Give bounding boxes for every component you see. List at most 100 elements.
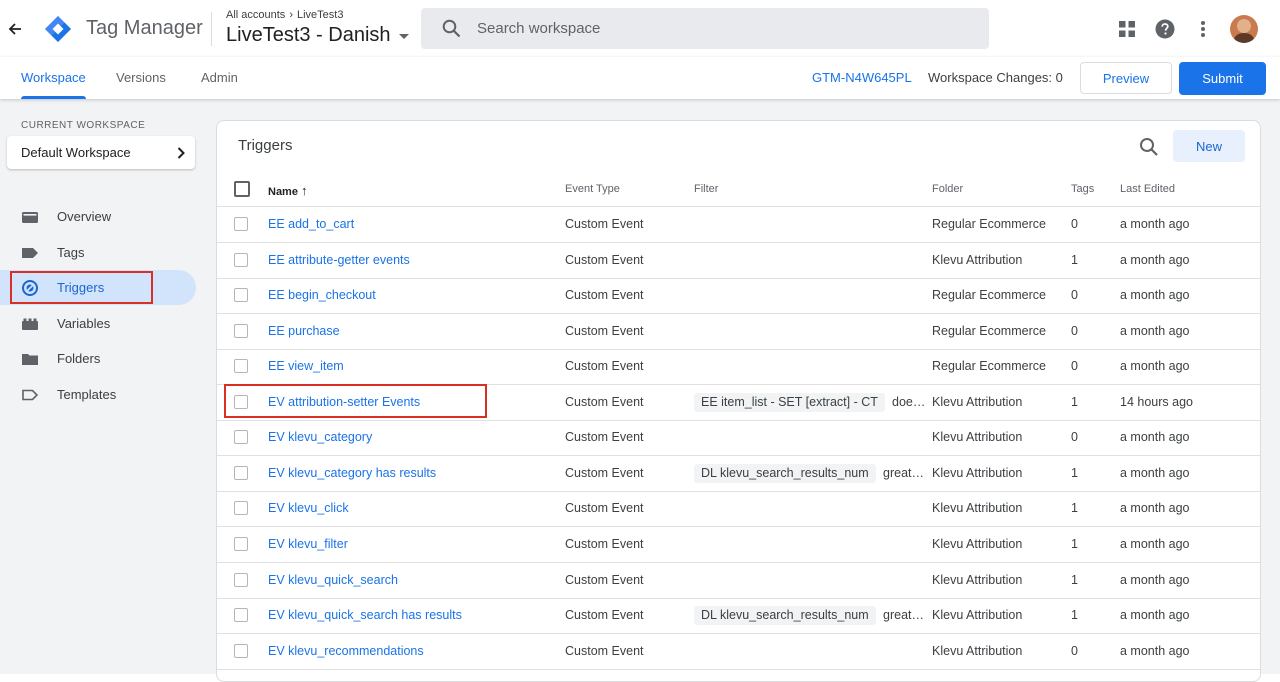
event-type-cell: Custom Event bbox=[565, 501, 644, 516]
apps-grid-icon[interactable] bbox=[1108, 12, 1146, 46]
table-row[interactable]: EV attribution-setter Events Custom Event… bbox=[217, 385, 1260, 421]
avatar[interactable] bbox=[1230, 15, 1258, 43]
row-checkbox[interactable] bbox=[234, 217, 248, 231]
table-row[interactable]: EE begin_checkout Custom Event Regular Eco… bbox=[217, 278, 1260, 315]
row-checkbox[interactable] bbox=[234, 608, 248, 623]
breadcrumb-account[interactable]: LiveTest3 bbox=[297, 9, 343, 21]
column-header-filter[interactable]: Filter bbox=[694, 183, 718, 195]
trigger-name-link[interactable]: EV attribution-setter Events bbox=[268, 385, 420, 420]
event-type-cell: Custom Event bbox=[565, 465, 644, 480]
folder-icon bbox=[22, 354, 38, 365]
row-checkbox[interactable] bbox=[234, 465, 248, 480]
row-checkbox[interactable] bbox=[234, 359, 248, 374]
container-id-link[interactable]: GTM-N4W645PL bbox=[812, 57, 912, 99]
search-input[interactable] bbox=[475, 19, 949, 38]
column-header-tags[interactable]: Tags bbox=[1071, 183, 1094, 195]
trigger-name-link[interactable]: EV klevu_quick_search has results bbox=[268, 598, 462, 633]
sidebar-item-templates[interactable]: Templates bbox=[0, 377, 196, 412]
sidebar-item-triggers[interactable]: Triggers bbox=[0, 270, 196, 305]
folder-cell: Klevu Attribution bbox=[932, 430, 1023, 445]
new-trigger-button[interactable]: New bbox=[1173, 130, 1245, 162]
container-selector[interactable]: LiveTest3 - Danish bbox=[226, 24, 409, 47]
table-row[interactable]: EV klevu_click Custom Event Klevu Attribut… bbox=[217, 491, 1260, 528]
trigger-name-link[interactable]: EV klevu_filter bbox=[268, 527, 348, 562]
folder-cell: Klevu Attribution bbox=[932, 643, 1023, 658]
table-row[interactable]: EE purchase Custom Event Regular Ecommerce… bbox=[217, 314, 1260, 350]
tags-count-cell: 1 bbox=[1071, 501, 1078, 516]
sort-arrow-icon: ↑ bbox=[301, 183, 308, 198]
sidebar-item-overview[interactable]: Overview bbox=[0, 199, 196, 234]
sidebar-item-variables[interactable]: Variables bbox=[0, 306, 196, 341]
variables-icon bbox=[22, 318, 38, 330]
event-type-cell: Custom Event bbox=[565, 217, 644, 231]
column-header-event-type[interactable]: Event Type bbox=[565, 183, 620, 195]
trigger-name-link[interactable]: EE purchase bbox=[268, 314, 340, 349]
event-type-cell: Custom Event bbox=[565, 572, 644, 587]
folder-cell: Klevu Attribution bbox=[932, 572, 1023, 587]
select-all-checkbox[interactable] bbox=[234, 181, 250, 197]
table-row[interactable]: EE view_item Custom Event Regular Ecommerc… bbox=[217, 349, 1260, 386]
filter-variable-chip: EE item_list - SET [extract] - CT bbox=[694, 392, 885, 412]
row-checkbox[interactable] bbox=[234, 323, 248, 338]
column-header-last-edited[interactable]: Last Edited bbox=[1120, 183, 1175, 195]
trigger-name-link[interactable]: EV klevu_category bbox=[268, 420, 372, 455]
trigger-name-link[interactable]: EV klevu_category has results bbox=[268, 456, 436, 491]
submit-button[interactable]: Submit bbox=[1179, 62, 1266, 95]
breadcrumb-all-accounts[interactable]: All accounts bbox=[226, 9, 285, 21]
search-icon bbox=[442, 19, 461, 38]
row-checkbox[interactable] bbox=[234, 430, 248, 445]
workspace-selector[interactable]: Default Workspace bbox=[7, 136, 195, 169]
more-vert-icon[interactable] bbox=[1184, 12, 1222, 46]
back-arrow-icon[interactable] bbox=[4, 16, 26, 42]
tags-count-cell: 0 bbox=[1071, 643, 1078, 658]
tags-count-cell: 0 bbox=[1071, 217, 1078, 231]
tab-admin[interactable]: Admin bbox=[201, 57, 238, 99]
table-row[interactable]: EV klevu_quick_search has results Custom … bbox=[217, 598, 1260, 635]
column-header-name[interactable]: Name ↑ bbox=[268, 183, 308, 198]
sidebar-item-folders[interactable]: Folders bbox=[0, 341, 196, 376]
trigger-name-link[interactable]: EE attribute-getter events bbox=[268, 243, 410, 278]
table-row[interactable]: EV klevu_category Custom Event Klevu Attri… bbox=[217, 420, 1260, 457]
trigger-name-link[interactable]: EV klevu_click bbox=[268, 491, 349, 526]
table-row[interactable]: EV klevu_quick_search Custom Event Klevu A… bbox=[217, 563, 1260, 599]
tags-count-cell: 1 bbox=[1071, 252, 1078, 267]
sidebar-item-tags[interactable]: Tags bbox=[0, 235, 196, 270]
tags-count-cell: 0 bbox=[1071, 323, 1078, 338]
row-checkbox[interactable] bbox=[234, 288, 248, 303]
tab-workspace[interactable]: Workspace bbox=[21, 57, 86, 99]
table-row[interactable]: EV klevu_filter Custom Event Klevu Attribu… bbox=[217, 527, 1260, 563]
trigger-name-link[interactable]: EV klevu_recommendations bbox=[268, 634, 424, 669]
filter-operator: greate… bbox=[883, 465, 930, 480]
table-row[interactable]: EE attribute-getter events Custom Event Kl… bbox=[217, 243, 1260, 279]
filter-operator: does … bbox=[892, 394, 930, 409]
trigger-name-link[interactable]: EE begin_checkout bbox=[268, 278, 376, 313]
trigger-name-link[interactable]: EE view_item bbox=[268, 349, 344, 384]
tags-count-cell: 0 bbox=[1071, 288, 1078, 303]
table-row[interactable]: EV klevu_category has results Custom Even… bbox=[217, 456, 1260, 492]
row-checkbox[interactable] bbox=[234, 572, 248, 587]
search-icon[interactable] bbox=[1137, 135, 1161, 159]
tab-versions[interactable]: Versions bbox=[116, 57, 166, 99]
sidebar-item-label: Overview bbox=[57, 209, 112, 224]
table-row[interactable]: EE add_to_cart Custom Event Regular Ecomme… bbox=[217, 207, 1260, 243]
table-row[interactable]: EV klevu_recommendations Custom Event Klev… bbox=[217, 634, 1260, 670]
row-checkbox[interactable] bbox=[234, 394, 248, 409]
tag-icon bbox=[22, 248, 38, 258]
column-header-folder[interactable]: Folder bbox=[932, 183, 963, 195]
row-checkbox[interactable] bbox=[234, 501, 248, 516]
sidebar: CURRENT WORKSPACE Default Workspace Over… bbox=[0, 99, 206, 674]
sidebar-item-label: Templates bbox=[57, 387, 117, 402]
trigger-name-link[interactable]: EE add_to_cart bbox=[268, 207, 354, 242]
folder-cell: Klevu Attribution bbox=[932, 536, 1023, 551]
preview-button[interactable]: Preview bbox=[1080, 62, 1172, 94]
trigger-name-link[interactable]: EV klevu_quick_search bbox=[268, 563, 398, 598]
help-icon[interactable] bbox=[1146, 12, 1184, 46]
row-checkbox[interactable] bbox=[234, 252, 248, 267]
product-name: Tag Manager bbox=[86, 17, 203, 39]
event-type-cell: Custom Event bbox=[565, 430, 644, 445]
folder-cell: Regular Ecommerce bbox=[932, 288, 1046, 303]
event-type-cell: Custom Event bbox=[565, 323, 644, 338]
last-edited-cell: a month ago bbox=[1120, 608, 1190, 623]
row-checkbox[interactable] bbox=[234, 536, 248, 551]
row-checkbox[interactable] bbox=[234, 643, 248, 658]
